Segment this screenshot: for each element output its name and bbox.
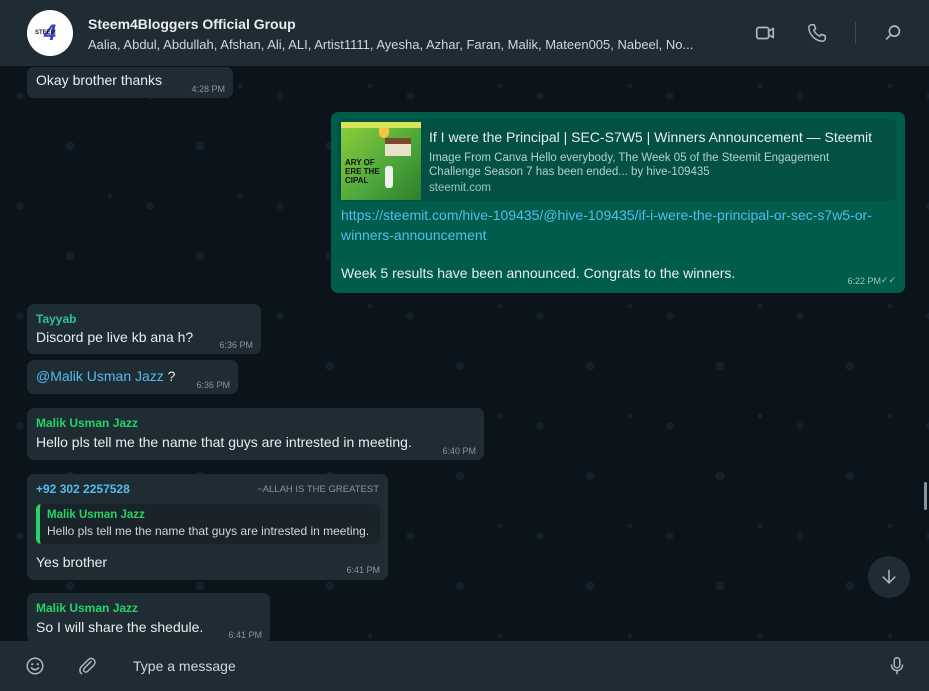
message-link[interactable]: https://steemit.com/hive-109435/@hive-10… [341, 207, 872, 223]
group-avatar[interactable]: STEEM 4 [27, 10, 73, 56]
message-bubble[interactable]: Okay brother thanks 4:28 PM [27, 67, 233, 98]
video-call-icon[interactable] [754, 22, 776, 44]
link-preview-domain: steemit.com [429, 182, 491, 194]
paperclip-icon[interactable] [76, 655, 98, 677]
trophy-icon [379, 128, 389, 138]
group-title[interactable]: Steem4Bloggers Official Group [88, 16, 296, 32]
message-input[interactable] [120, 646, 860, 686]
message-text: Week 5 results have been announced. Cong… [341, 265, 736, 281]
chat-header: STEEM 4 Steem4Bloggers Official Group Aa… [0, 0, 929, 66]
message-text: ? [163, 368, 176, 384]
message-text: Hello pls tell me the name that guys are… [36, 434, 412, 450]
link-preview-title: If I were the Principal | SEC-S7W5 | Win… [429, 129, 873, 145]
message-text: So I will share the shedule. [36, 619, 204, 635]
message-bubble[interactable]: Tayyab Discord pe live kb ana h? 6:36 PM [27, 304, 261, 354]
message-bubble[interactable]: +92 302 2257528 ~ALLAH IS THE GREATEST M… [27, 474, 388, 580]
message-bubble[interactable]: Malik Usman Jazz So I will share the she… [27, 593, 270, 641]
avatar-logo-text: STEEM [35, 30, 56, 36]
message-time: 6:41 PM [346, 565, 380, 575]
message-time: 6:36 PM [219, 340, 253, 350]
microphone-icon[interactable] [886, 655, 908, 677]
link-preview-description: Image From Canva Hello everybody, The We… [429, 152, 830, 178]
quoted-message[interactable]: Malik Usman Jazz Hello pls tell me the n… [36, 504, 380, 544]
message-link-continued[interactable]: winners-announcement [341, 227, 487, 243]
message-time: 6:41 PM [228, 630, 262, 640]
composer-bar [0, 641, 929, 691]
message-text: Discord pe live kb ana h? [36, 329, 194, 345]
link-preview[interactable]: ARY OF ERE THE CIPAL If I were the Princip… [338, 119, 896, 201]
message-time: 6:40 PM [442, 446, 476, 456]
quoted-text: Hello pls tell me the name that guys are… [47, 524, 370, 538]
thumbnail-text: ARY OF ERE THE CIPAL [345, 158, 380, 185]
message-list[interactable]: Okay brother thanks 4:28 PM ARY OF ERE TH… [0, 66, 929, 641]
message-time: 6:36 PM [196, 380, 230, 390]
message-bubble[interactable]: Malik Usman Jazz Hello pls tell me the n… [27, 408, 484, 460]
mention[interactable]: @Malik Usman Jazz [36, 368, 164, 384]
scroll-to-bottom-button[interactable] [868, 556, 910, 598]
message-sender[interactable]: Malik Usman Jazz [36, 601, 138, 615]
message-text: Yes brother [36, 554, 108, 570]
message-bubble-outgoing[interactable]: ARY OF ERE THE CIPAL If I were the Princip… [331, 112, 905, 293]
chevron-down-icon [882, 569, 896, 584]
group-members[interactable]: Aalia, Abdul, Abdullah, Afshan, Ali, ALI… [88, 37, 733, 52]
message-text: Okay brother thanks [36, 72, 163, 88]
person-icon [385, 166, 393, 188]
message-bubble[interactable]: @Malik Usman Jazz ? 6:36 PM [27, 360, 238, 394]
message-time: 6:22 PM [847, 276, 881, 286]
message-time: 4:28 PM [191, 84, 225, 94]
voice-call-icon[interactable] [806, 22, 828, 44]
search-icon[interactable] [882, 22, 904, 44]
sender-pushname: ~ALLAH IS THE GREATEST [257, 484, 379, 495]
message-sender[interactable]: Tayyab [36, 312, 76, 326]
scrollbar-thumb[interactable] [924, 482, 927, 510]
school-icon [385, 138, 411, 156]
header-divider [855, 22, 856, 44]
read-receipt-icon: ✓✓ [880, 275, 896, 285]
message-text-wrap: @Malik Usman Jazz ? [36, 368, 175, 384]
message-sender[interactable]: Malik Usman Jazz [36, 416, 138, 430]
quoted-sender: Malik Usman Jazz [47, 509, 145, 521]
message-sender[interactable]: +92 302 2257528 [36, 482, 130, 496]
link-preview-thumbnail: ARY OF ERE THE CIPAL [341, 122, 421, 200]
emoji-icon[interactable] [24, 655, 46, 677]
